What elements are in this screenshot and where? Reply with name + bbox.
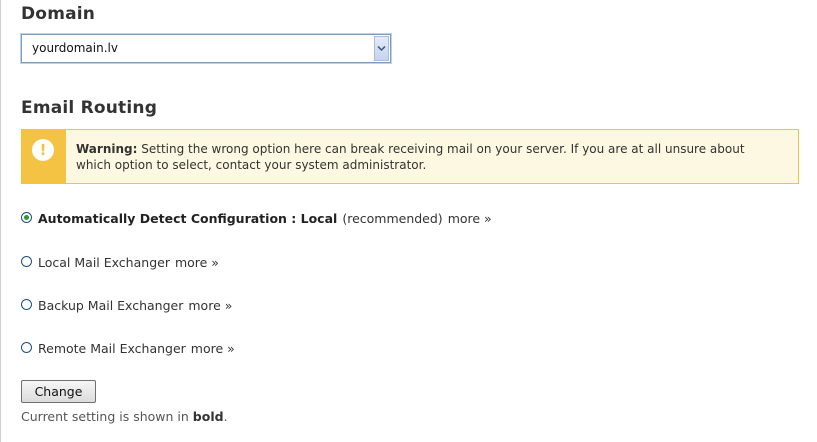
warning-label: Warning: — [76, 142, 138, 156]
option-auto-detect[interactable]: Automatically Detect Configuration : Loc… — [21, 211, 492, 226]
radio-backup[interactable] — [21, 299, 32, 310]
warning-text: Warning: Setting the wrong option here c… — [76, 141, 776, 173]
change-button[interactable]: Change — [21, 380, 96, 403]
domain-select[interactable]: yourdomain.lv — [21, 34, 391, 63]
current-setting-hint: Current setting is shown in bold. — [21, 409, 228, 424]
more-link-auto-detect[interactable]: more » — [448, 211, 492, 226]
domain-heading: Domain — [21, 4, 96, 24]
more-link-backup[interactable]: more » — [188, 298, 232, 313]
email-routing-heading: Email Routing — [21, 98, 158, 118]
option-backup-label: Backup Mail Exchanger — [38, 298, 184, 313]
option-local[interactable]: Local Mail Exchanger more » — [21, 255, 219, 270]
hint-prefix: Current setting is shown in — [21, 409, 189, 424]
option-remote-label: Remote Mail Exchanger — [38, 341, 186, 356]
option-local-label: Local Mail Exchanger — [38, 255, 170, 270]
page-left-border — [0, 0, 1, 442]
more-link-local[interactable]: more » — [175, 255, 219, 270]
warning-message: Setting the wrong option here can break … — [76, 142, 745, 172]
exclamation-icon: ! — [32, 139, 54, 161]
option-auto-detect-label: Automatically Detect Configuration : Loc… — [38, 211, 338, 226]
option-remote[interactable]: Remote Mail Exchanger more » — [21, 341, 235, 356]
radio-auto-detect[interactable] — [21, 212, 32, 223]
hint-bold-word: bold — [192, 409, 224, 424]
option-backup[interactable]: Backup Mail Exchanger more » — [21, 298, 232, 313]
chevron-down-icon[interactable] — [374, 36, 389, 61]
option-recommended-note: (recommended) — [342, 211, 443, 226]
radio-local[interactable] — [21, 256, 32, 267]
more-link-remote[interactable]: more » — [191, 341, 235, 356]
warning-icon-column: ! — [22, 130, 66, 183]
hint-suffix: . — [223, 409, 228, 424]
warning-callout: ! Warning: Setting the wrong option here… — [21, 129, 799, 184]
domain-select-value: yourdomain.lv — [32, 41, 118, 55]
radio-remote[interactable] — [21, 342, 32, 353]
